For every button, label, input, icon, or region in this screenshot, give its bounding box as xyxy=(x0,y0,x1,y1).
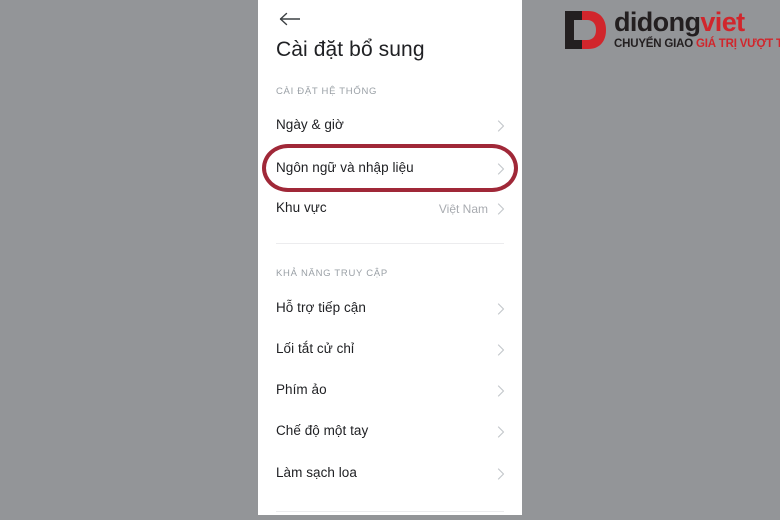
screenshot-root: didongviet CHUYỂN GIAO GIÁ TRỊ VƯỢT TRỘI… xyxy=(0,0,780,520)
didongviet-logo-mark-icon xyxy=(565,11,606,49)
chevron-right-icon xyxy=(497,344,505,356)
brand-wordmark-red: viet xyxy=(700,7,745,37)
bottom-divider xyxy=(276,511,504,512)
bottom-system-bar xyxy=(258,515,522,520)
row-label: Chế độ một tay xyxy=(276,423,369,438)
settings-row-che-do-mot-tay[interactable]: Chế độ một tay xyxy=(258,414,522,450)
section-header-accessibility: KHẢ NĂNG TRUY CẬP xyxy=(276,268,388,279)
row-label: Lối tắt cử chỉ xyxy=(276,341,355,356)
settings-row-loi-tat-cu-chi[interactable]: Lối tắt cử chỉ xyxy=(258,332,522,368)
settings-row-ngon-ngu-va-nhap-lieu[interactable]: Ngôn ngữ và nhập liệu xyxy=(258,151,522,187)
settings-row-lam-sach-loa[interactable]: Làm sạch loa xyxy=(258,456,522,492)
chevron-right-icon xyxy=(497,203,505,215)
row-label: Ngày & giờ xyxy=(276,117,344,132)
brand-tagline-red: GIÁ TRỊ VƯỢT TRỘI xyxy=(695,38,780,50)
page-title: Cài đặt bổ sung xyxy=(276,38,425,61)
chevron-right-icon xyxy=(497,120,505,132)
chevron-right-icon xyxy=(497,426,505,438)
row-value: Việt Nam xyxy=(438,202,488,216)
row-label: Khu vực xyxy=(276,200,327,215)
chevron-right-icon xyxy=(497,385,505,397)
brand-wordmark: didongviet xyxy=(614,6,745,38)
row-label: Hỗ trợ tiếp cận xyxy=(276,300,366,315)
settings-row-ngay-gio[interactable]: Ngày & giờ xyxy=(258,108,522,144)
brand-logo: didongviet CHUYỂN GIAO GIÁ TRỊ VƯỢT TRỘI xyxy=(562,6,780,58)
section-header-system: CÀI ĐẶT HỆ THỐNG xyxy=(276,86,378,97)
chevron-right-icon xyxy=(497,468,505,480)
row-label: Phím ảo xyxy=(276,382,327,397)
settings-row-khu-vuc[interactable]: Khu vực Việt Nam xyxy=(258,191,522,227)
settings-row-phim-ao[interactable]: Phím ảo xyxy=(258,373,522,409)
brand-wordmark-dark: didong xyxy=(614,7,701,37)
brand-tagline-dark: CHUYỂN GIAO xyxy=(614,38,693,50)
chevron-right-icon xyxy=(497,303,505,315)
row-label: Làm sạch loa xyxy=(276,465,357,480)
back-arrow-icon[interactable] xyxy=(276,6,306,32)
phone-screen: Cài đặt bổ sung CÀI ĐẶT HỆ THỐNG Ngày & … xyxy=(258,0,522,520)
row-label: Ngôn ngữ và nhập liệu xyxy=(276,160,414,175)
brand-tagline: CHUYỂN GIAO GIÁ TRỊ VƯỢT TRỘI xyxy=(614,37,780,51)
chevron-right-icon xyxy=(497,163,505,175)
settings-row-ho-tro-tiep-can[interactable]: Hỗ trợ tiếp cận xyxy=(258,291,522,327)
section-divider xyxy=(276,243,504,244)
